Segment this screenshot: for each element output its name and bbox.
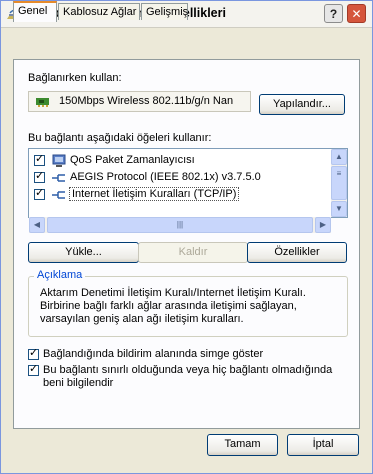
tab-gelismis[interactable]: Gelişmiş	[141, 3, 188, 20]
aegis-label: AEGIS Protocol (IEEE 802.1x) v3.7.5.0	[70, 171, 261, 183]
show-icon-label: Bağlandığında bildirim alanında simge gö…	[43, 348, 264, 360]
vertical-scrollbar[interactable]: ▲ ≡ ▼	[331, 149, 347, 217]
scroll-right-icon[interactable]: ▶	[315, 217, 331, 233]
components-label: Bu bağlantı aşağıdaki öğeleri kullanır:	[28, 132, 212, 144]
connect-using-label: Bağlanırken kullan:	[28, 72, 122, 84]
check-icon: ✓	[35, 153, 45, 165]
adapter-field: 150Mbps Wireless 802.11b/g/n Nan	[28, 91, 251, 112]
install-button[interactable]: Yükle...	[28, 242, 139, 263]
protocol-icon	[52, 174, 65, 182]
show-icon-option[interactable]: ✓ Bağlandığında bildirim alanında simge …	[28, 347, 348, 362]
show-icon-checkbox[interactable]: ✓	[28, 347, 39, 360]
components-list[interactable]: ✓ QoS Paket Zamanlayıcısı ✓ AEGIS Protoc…	[28, 148, 348, 218]
tab-kablosuz-aglar[interactable]: Kablosuz Ağlar	[58, 3, 140, 20]
properties-dialog: Kablosuz Ağ Bağlantısı Özellikleri ? ✕ G…	[0, 0, 373, 474]
network-adapter-icon	[36, 98, 49, 107]
description-text: Aktarım Denetimi İletişim Kuralı/Interne…	[40, 287, 306, 325]
check-icon: ✓	[35, 187, 45, 199]
qos-label: QoS Paket Zamanlayıcısı	[70, 154, 195, 166]
check-icon: ✓	[35, 170, 45, 182]
description-title: Açıklama	[34, 269, 86, 281]
properties-button[interactable]: Özellikler	[247, 242, 347, 263]
tab-genel[interactable]: Genel	[13, 1, 57, 22]
close-button[interactable]: ✕	[347, 4, 366, 23]
check-icon: ✓	[29, 347, 39, 359]
horizontal-scrollbar[interactable]: ◀ ||| ▶	[29, 217, 331, 233]
protocol-icon	[52, 191, 65, 199]
service-icon	[52, 154, 66, 167]
qos-checkbox[interactable]: ✓	[34, 153, 45, 166]
configure-button[interactable]: Yapılandır...	[259, 94, 345, 115]
scroll-up-icon[interactable]: ▲	[331, 149, 347, 165]
aegis-checkbox[interactable]: ✓	[34, 170, 45, 183]
notify-label: Bu bağlantı sınırlı olduğunda veya hiç b…	[43, 364, 333, 389]
adapter-name: 150Mbps Wireless 802.11b/g/n Nan	[59, 95, 234, 107]
check-icon: ✓	[29, 363, 39, 375]
scroll-left-icon[interactable]: ◀	[29, 217, 45, 233]
tcpip-label: Internet İletişim Kuralları (TCP/IP)	[69, 187, 240, 201]
ok-button[interactable]: Tamam	[207, 434, 278, 456]
cancel-button[interactable]: İptal	[287, 434, 359, 456]
help-button[interactable]: ?	[324, 4, 343, 23]
hscroll-thumb[interactable]: |||	[47, 217, 313, 233]
notify-option[interactable]: ✓ Bu bağlantı sınırlı olduğunda veya hiç…	[28, 363, 348, 392]
scroll-down-icon[interactable]: ▼	[331, 201, 347, 217]
notify-checkbox[interactable]: ✓	[28, 363, 39, 376]
uninstall-button[interactable]: Kaldır	[138, 242, 248, 263]
scroll-thumb[interactable]: ≡	[331, 166, 347, 200]
tcpip-checkbox[interactable]: ✓	[34, 187, 45, 200]
